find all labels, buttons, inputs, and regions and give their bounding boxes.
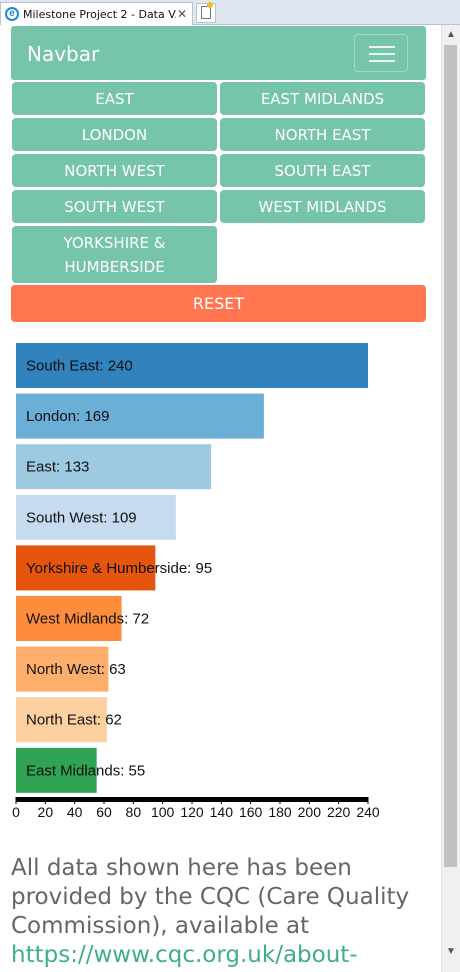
x-axis-tick-label: 220 <box>327 804 351 820</box>
scroll-up-arrow-icon[interactable]: ▲ <box>442 25 460 43</box>
browser-tab-strip: e Milestone Project 2 - Data V... ✕ <box>0 0 460 25</box>
x-axis-tick-label: 140 <box>210 804 234 820</box>
vertical-scrollbar[interactable]: ▲ ▼ <box>441 25 460 972</box>
bar-label: Yorkshire & Humberside: 95 <box>26 560 212 577</box>
bar-label: East Midlands: 55 <box>26 762 145 779</box>
scrollbar-thumb[interactable] <box>444 45 457 867</box>
x-axis-tick-label: 60 <box>96 804 112 820</box>
internet-explorer-icon: e <box>5 7 19 21</box>
x-axis-tick-label: 100 <box>151 804 175 820</box>
x-axis-tick-label: 80 <box>126 804 142 820</box>
footer-text: All data shown here has been provided by… <box>11 855 410 939</box>
x-axis-tick-label: 180 <box>268 804 292 820</box>
bar-label: East: 133 <box>26 459 89 476</box>
x-axis-tick-label: 200 <box>298 804 322 820</box>
footer-paragraph: All data shown here has been provided by… <box>11 854 436 970</box>
bar-label: South East: 240 <box>26 358 133 375</box>
x-axis-tick-label: 240 <box>356 804 380 820</box>
bar-label: West Midlands: 72 <box>26 611 149 628</box>
x-axis-tick-label: 40 <box>67 804 83 820</box>
browser-tab-title: Milestone Project 2 - Data V... <box>23 7 176 21</box>
browser-tab[interactable]: e Milestone Project 2 - Data V... ✕ <box>0 2 193 25</box>
x-axis-tick-label: 120 <box>180 804 204 820</box>
new-tab-button[interactable] <box>196 2 216 23</box>
bar-label: South West: 109 <box>26 509 137 526</box>
region-bar-chart: South East: 240 London: 169 East: 133 South… <box>12 343 380 820</box>
scroll-down-arrow-icon[interactable]: ▼ <box>442 942 460 960</box>
bar-label: London: 169 <box>26 408 109 425</box>
new-tab-star-icon <box>207 2 213 8</box>
x-axis-tick-label: 0 <box>12 804 20 820</box>
cqc-link[interactable]: https://www.cqc.org.uk/about- <box>11 942 358 968</box>
bar-label: North East: 62 <box>26 712 122 729</box>
x-axis-tick-label: 20 <box>38 804 54 820</box>
x-axis-tick-label: 160 <box>239 804 263 820</box>
tab-close-icon[interactable]: ✕ <box>176 7 188 21</box>
bar-label: North West: 63 <box>26 661 126 678</box>
page-content: Navbar EAST EAST MIDLANDS LONDON NORTH E… <box>0 25 441 972</box>
